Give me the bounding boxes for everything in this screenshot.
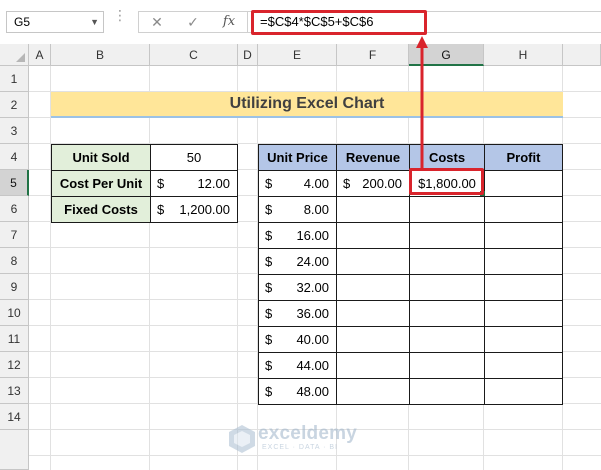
exceldemy-logo-icon	[229, 425, 255, 453]
annotation-arrow	[416, 36, 428, 168]
exceldemy-watermark: exceldemy EXCEL · DATA · BI	[228, 423, 378, 457]
watermark-tagline: EXCEL · DATA · BI	[262, 444, 338, 451]
watermark-name: exceldemy	[258, 423, 357, 444]
